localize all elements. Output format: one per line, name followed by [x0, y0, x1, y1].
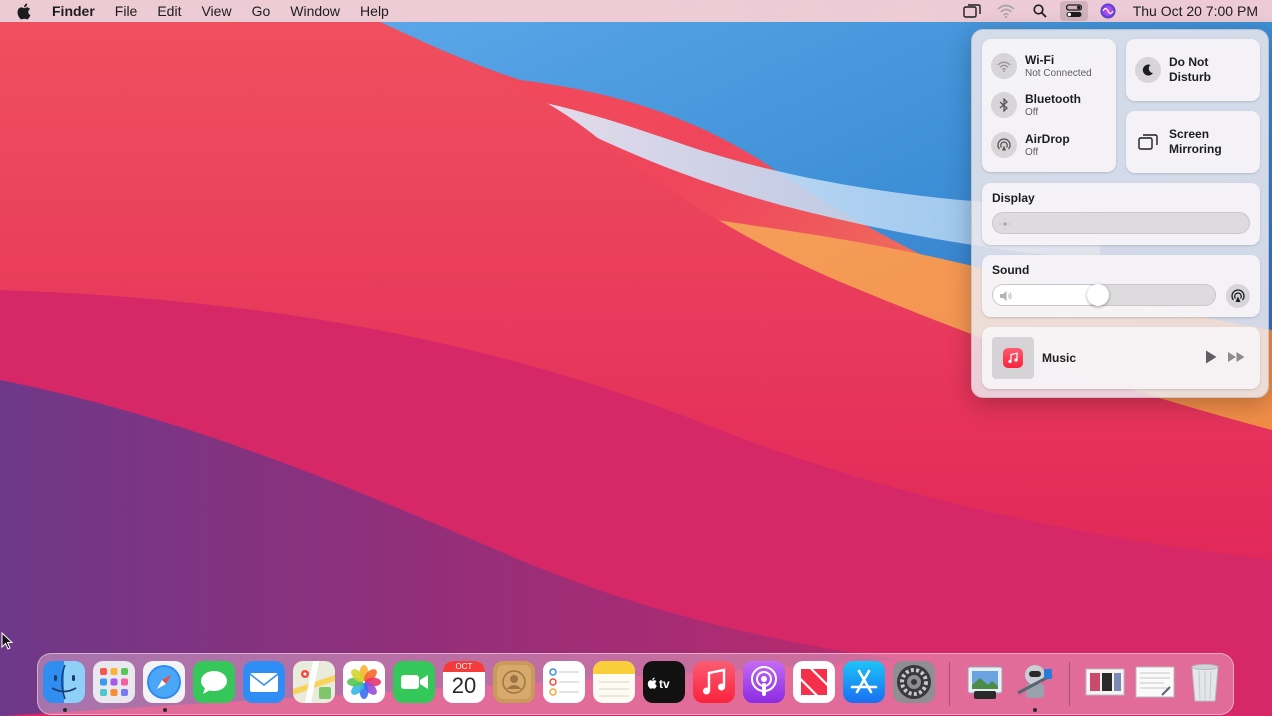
app-store-dock-icon[interactable]	[843, 661, 885, 703]
sound-tile: Sound	[982, 255, 1260, 317]
spotlight-search-icon[interactable]	[1023, 0, 1057, 22]
bluetooth-toggle[interactable]: Bluetooth Off	[991, 92, 1081, 118]
svg-text:tv: tv	[659, 677, 670, 691]
menu-edit[interactable]: Edit	[147, 0, 191, 22]
volume-slider[interactable]	[992, 284, 1216, 306]
album-art	[992, 337, 1034, 379]
wifi-status: Not Connected	[1025, 68, 1092, 79]
podcasts-dock-icon[interactable]	[743, 661, 785, 703]
dock: OCT 20 tv	[37, 653, 1234, 715]
calendar-month: OCT	[443, 661, 485, 672]
wifi-title: Wi-Fi	[1025, 53, 1092, 67]
photos-dock-icon[interactable]	[343, 661, 385, 703]
contacts-dock-icon[interactable]	[493, 661, 535, 703]
dock-separator	[949, 662, 950, 706]
fast-forward-icon[interactable]	[1227, 349, 1247, 370]
volume-knob[interactable]	[1087, 284, 1109, 306]
wifi-toggle[interactable]: Wi-Fi Not Connected	[991, 53, 1092, 79]
now-playing-title: Music	[1042, 351, 1076, 365]
calendar-dock-icon[interactable]: OCT 20	[443, 661, 485, 703]
airdrop-status: Off	[1025, 147, 1070, 158]
minimized-window-thumbnail[interactable]	[1084, 661, 1126, 703]
menubar-clock[interactable]: Thu Oct 20 7:00 PM	[1125, 3, 1258, 19]
calendar-day: 20	[452, 672, 476, 700]
airdrop-icon	[991, 132, 1017, 158]
bluetooth-status: Off	[1025, 107, 1081, 118]
airdrop-toggle[interactable]: AirDrop Off	[991, 132, 1070, 158]
sun-icon	[999, 217, 1011, 235]
now-playing-tile[interactable]: Music	[982, 327, 1260, 389]
display-title: Display	[992, 191, 1035, 205]
screen-mirroring-tile[interactable]: Screen Mirroring	[1126, 111, 1260, 173]
dock-separator-2	[1069, 662, 1070, 706]
preview-dock-icon[interactable]	[964, 661, 1006, 703]
music-dock-icon[interactable]	[693, 661, 735, 703]
finder-dock-icon[interactable]	[43, 661, 85, 703]
notes-dock-icon[interactable]	[593, 661, 635, 703]
display-tile: Display	[982, 183, 1260, 245]
trash-dock-icon[interactable]	[1184, 661, 1226, 703]
bluetooth-title: Bluetooth	[1025, 92, 1081, 106]
screen-mirroring-icon[interactable]	[955, 0, 989, 22]
moon-icon	[1135, 57, 1161, 83]
sound-title: Sound	[992, 263, 1029, 277]
reminders-dock-icon[interactable]	[543, 661, 585, 703]
maps-dock-icon[interactable]	[293, 661, 335, 703]
do-not-disturb-tile[interactable]: Do Not Disturb	[1126, 39, 1260, 101]
siri-icon[interactable]	[1091, 0, 1125, 22]
menu-help[interactable]: Help	[350, 0, 399, 22]
menu-bar: Finder File Edit View Go Window Help Thu…	[0, 0, 1272, 22]
mail-dock-icon[interactable]	[243, 661, 285, 703]
menu-view[interactable]: View	[191, 0, 241, 22]
wifi-icon[interactable]	[989, 0, 1023, 22]
dnd-label-line2: Disturb	[1169, 70, 1211, 85]
news-dock-icon[interactable]	[793, 661, 835, 703]
automator-running-indicator	[1033, 708, 1037, 712]
menu-app-name[interactable]: Finder	[46, 0, 105, 22]
menu-window[interactable]: Window	[280, 0, 350, 22]
apple-menu-icon[interactable]	[0, 0, 46, 22]
safari-running-indicator	[163, 708, 167, 712]
mirroring-label-line2: Mirroring	[1169, 142, 1222, 157]
menu-go[interactable]: Go	[242, 0, 281, 22]
menu-file[interactable]: File	[105, 0, 148, 22]
brightness-slider[interactable]	[992, 212, 1250, 234]
bluetooth-icon	[991, 92, 1017, 118]
finder-running-indicator	[63, 708, 67, 712]
music-app-icon	[1003, 348, 1023, 368]
screen-mirroring-icon	[1135, 129, 1161, 155]
airplay-audio-button[interactable]	[1226, 284, 1250, 308]
minimized-document-thumbnail[interactable]	[1134, 661, 1176, 703]
play-icon[interactable]	[1204, 349, 1218, 370]
mirroring-label-line1: Screen	[1169, 127, 1222, 142]
facetime-dock-icon[interactable]	[393, 661, 435, 703]
airdrop-title: AirDrop	[1025, 132, 1070, 146]
control-center-icon[interactable]	[1060, 1, 1088, 21]
apple-tv-dock-icon[interactable]: tv	[643, 661, 685, 703]
safari-dock-icon[interactable]	[143, 661, 185, 703]
network-tile: Wi-Fi Not Connected Bluetooth Off AirDro…	[982, 39, 1116, 172]
launchpad-dock-icon[interactable]	[93, 661, 135, 703]
dnd-label-line1: Do Not	[1169, 55, 1211, 70]
messages-dock-icon[interactable]	[193, 661, 235, 703]
speaker-icon	[999, 289, 1013, 307]
system-preferences-dock-icon[interactable]	[893, 661, 935, 703]
wifi-icon	[991, 53, 1017, 79]
mouse-cursor-icon	[1, 632, 13, 655]
automator-dock-icon[interactable]	[1014, 661, 1056, 703]
control-center-panel: Wi-Fi Not Connected Bluetooth Off AirDro…	[971, 29, 1269, 398]
